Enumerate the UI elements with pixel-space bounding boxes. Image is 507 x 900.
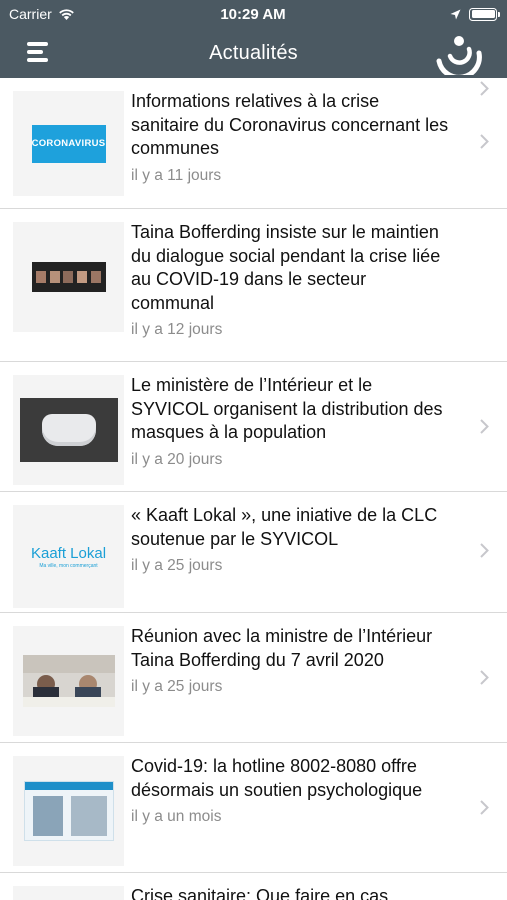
carrier-label: Carrier bbox=[9, 6, 52, 22]
chevron-right-icon bbox=[480, 81, 489, 96]
news-date: il y a 25 jours bbox=[131, 678, 223, 695]
kaaft-lokal-tagline: Ma ville, mon commerçant bbox=[39, 562, 98, 569]
chevron-right-icon bbox=[480, 670, 489, 685]
news-thumbnail: Kaaft Lokal Ma ville, mon commerçant bbox=[13, 505, 124, 608]
news-title: Crise sanitaire: Que faire en cas bbox=[131, 886, 389, 900]
battery-icon bbox=[469, 7, 500, 21]
hamburger-menu-icon[interactable] bbox=[27, 42, 49, 62]
location-arrow-icon bbox=[450, 9, 461, 20]
news-thumbnail bbox=[13, 626, 124, 736]
page-title: Actualités bbox=[209, 41, 298, 64]
banner-text: CORONAVIRUS bbox=[31, 138, 106, 149]
news-item[interactable]: Crise sanitaire: Que faire en cas bbox=[0, 873, 507, 900]
news-item[interactable]: Kaaft Lokal Ma ville, mon commerçant « K… bbox=[0, 492, 507, 613]
news-title: Réunion avec la ministre de l’Intérieur … bbox=[131, 626, 433, 670]
news-thumbnail: CORONAVIRUS bbox=[13, 91, 124, 196]
navigation-bar: Actualités bbox=[0, 28, 507, 80]
face-mask-photo bbox=[19, 398, 118, 462]
coronavirus-banner: CORONAVIRUS bbox=[31, 124, 106, 163]
news-title: Taina Bofferding insiste sur le maintien… bbox=[131, 222, 441, 313]
status-left: Carrier bbox=[9, 6, 159, 22]
news-item[interactable]: Covid-19: la hotline 8002-8080 offre dés… bbox=[0, 743, 507, 873]
news-text: Le ministère de l’Intérieur et le SYVICO… bbox=[131, 374, 451, 469]
news-text: Crise sanitaire: Que faire en cas bbox=[131, 885, 451, 900]
news-list: CORONAVIRUS Informations relatives à la … bbox=[0, 78, 507, 900]
clock: 10:29 AM bbox=[220, 5, 286, 23]
news-text: Informations relatives à la crise sanita… bbox=[131, 90, 451, 185]
news-item[interactable]: Taina Bofferding insiste sur le maintien… bbox=[0, 81, 507, 362]
news-text: Covid-19: la hotline 8002-8080 offre dés… bbox=[131, 755, 451, 826]
news-text: « Kaaft Lokal », une iniative de la CLC … bbox=[131, 504, 451, 575]
status-bar: Carrier 10:29 AM bbox=[0, 0, 507, 28]
news-text: Réunion avec la ministre de l’Intérieur … bbox=[131, 625, 451, 696]
chevron-right-icon bbox=[480, 800, 489, 815]
news-date: il y a 11 jours bbox=[131, 166, 222, 184]
chevron-right-icon bbox=[480, 134, 489, 149]
syvicol-logo-icon[interactable] bbox=[435, 31, 483, 80]
wifi-icon bbox=[58, 8, 75, 20]
meeting-photo bbox=[22, 655, 115, 707]
news-title: Informations relatives à la crise sanita… bbox=[131, 91, 449, 158]
news-date: il y a 20 jours bbox=[131, 450, 223, 468]
news-date: il y a 25 jours bbox=[131, 557, 223, 574]
news-item[interactable]: CORONAVIRUS Informations relatives à la … bbox=[0, 78, 507, 209]
news-date: il y a 12 jours bbox=[131, 321, 223, 338]
news-title: Le ministère de l’Intérieur et le SYVICO… bbox=[131, 375, 443, 442]
news-title: « Kaaft Lokal », une iniative de la CLC … bbox=[131, 505, 438, 549]
news-date: il y a un mois bbox=[131, 808, 222, 825]
news-text: Taina Bofferding insiste sur le maintien… bbox=[131, 221, 451, 339]
hotline-poster bbox=[23, 781, 114, 841]
news-item[interactable]: Réunion avec la ministre de l’Intérieur … bbox=[0, 613, 507, 743]
news-item[interactable]: Le ministère de l’Intérieur et le SYVICO… bbox=[0, 362, 507, 492]
status-right bbox=[347, 7, 500, 21]
chevron-right-icon bbox=[480, 543, 489, 558]
kaaft-lokal-logo: Kaaft Lokal bbox=[30, 544, 107, 562]
news-thumbnail bbox=[13, 756, 124, 866]
video-call-photo bbox=[31, 262, 106, 292]
news-title: Covid-19: la hotline 8002-8080 offre dés… bbox=[131, 756, 423, 800]
news-thumbnail bbox=[13, 222, 124, 332]
news-thumbnail bbox=[13, 886, 124, 900]
chevron-right-icon bbox=[480, 419, 489, 434]
news-thumbnail bbox=[13, 375, 124, 485]
